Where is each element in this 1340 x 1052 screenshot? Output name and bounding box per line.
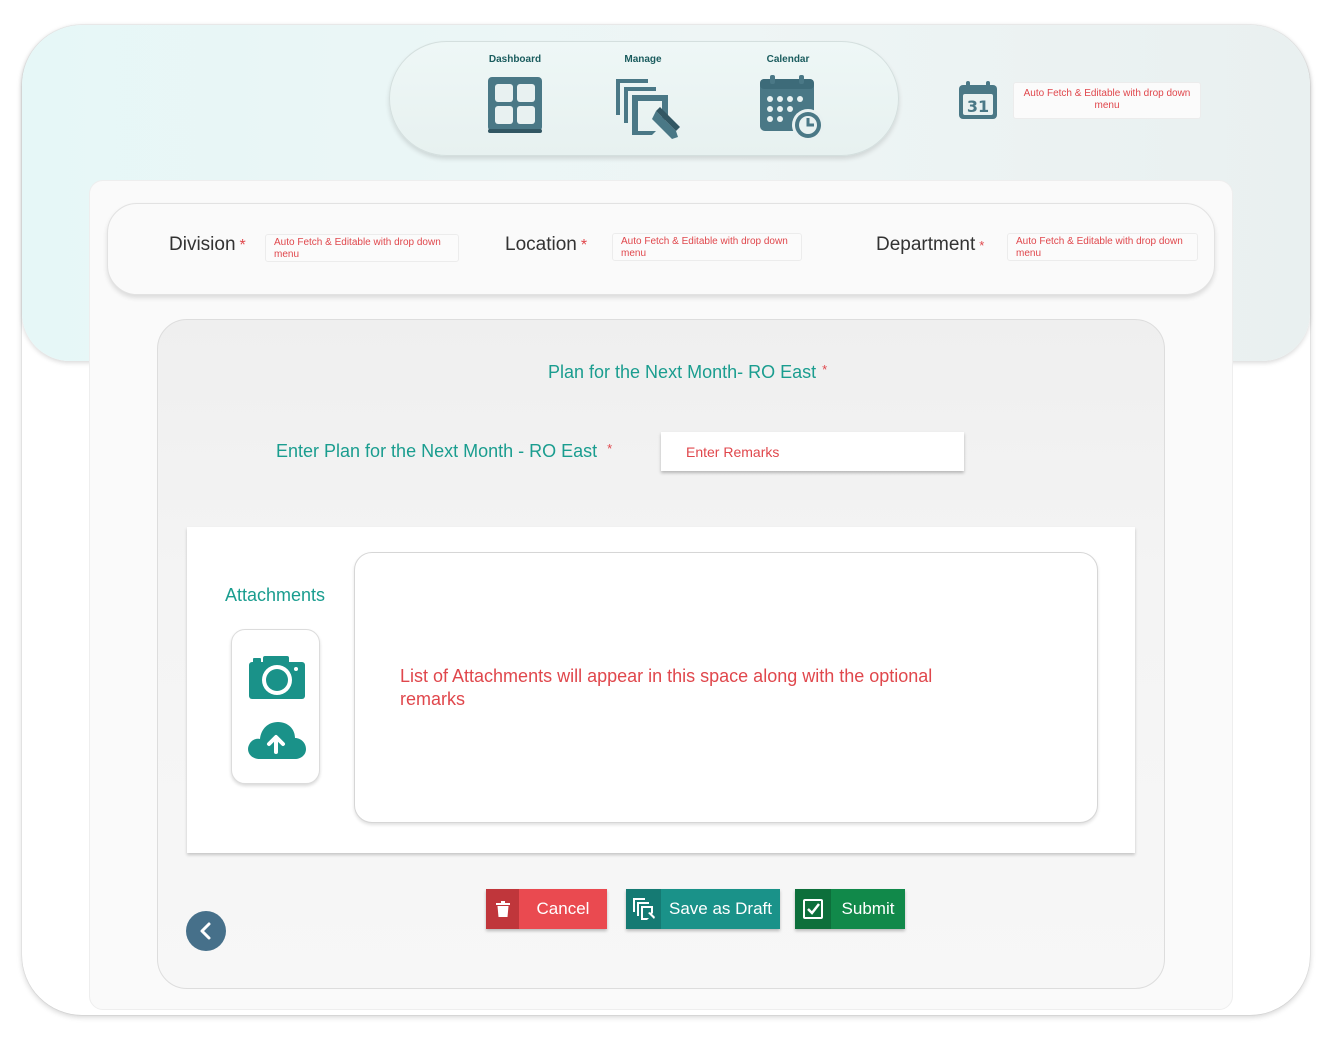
cancel-button-label: Cancel [536,899,590,918]
camera-icon[interactable] [249,655,305,699]
calendar-clock-icon [760,75,824,141]
submit-button[interactable]: Submit [795,889,905,929]
division-label: Division * [169,234,246,256]
save-draft-button[interactable]: Save as Draft [626,889,780,929]
plan-required-marker: * [607,441,613,456]
calendar-day-number: 31 [967,97,989,116]
location-label: Location * [505,234,587,256]
attachments-placeholder: List of Attachments will appear in this … [400,666,933,709]
dashboard-grid-icon [488,77,542,133]
plan-remarks-input[interactable] [661,432,964,471]
nav-label-dashboard: Dashboard [488,54,542,65]
main-nav: Dashboard Manage Calendar [389,41,899,156]
checkbox-check-icon [795,889,831,929]
nav-item-calendar[interactable]: Calendar [733,42,843,157]
submit-button-label: Submit [841,899,895,918]
attachments-label: Attachments [225,585,326,605]
nav-item-dashboard[interactable]: Dashboard [460,42,570,157]
department-required-marker: * [979,238,985,253]
department-select[interactable]: Auto Fetch & Editable with drop down men… [1007,233,1198,261]
cloud-upload-icon[interactable] [246,719,306,761]
back-button[interactable] [186,911,226,951]
location-required-marker: * [580,237,588,254]
nav-label-manage: Manage [624,54,662,65]
plan-field-label-text: Enter Plan for the Next Month - RO East [276,441,598,461]
department-label: Department * [876,234,984,256]
division-required-marker: * [239,237,246,254]
draft-edit-icon [626,889,661,929]
form-title: Plan for the Next Month- RO East * [548,362,827,383]
calendar-31-icon: 31 [959,81,997,119]
chevron-left-icon [200,922,211,940]
location-select[interactable]: Auto Fetch & Editable with drop down men… [612,233,802,261]
cancel-button[interactable]: Cancel [486,889,607,929]
division-label-text: Division [169,234,236,255]
nav-label-calendar: Calendar [766,54,810,65]
plan-field-label: Enter Plan for the Next Month - RO East * [276,441,612,462]
save-draft-button-label: Save as Draft [669,899,772,918]
trash-icon [486,889,519,929]
date-select[interactable]: Auto Fetch & Editable with drop down men… [1013,82,1201,119]
nav-item-manage[interactable]: Manage [588,42,698,157]
location-label-text: Location [505,234,577,255]
form-title-required-marker: * [822,362,828,377]
division-select[interactable]: Auto Fetch & Editable with drop down men… [265,234,459,262]
department-label-text: Department [876,234,976,255]
form-title-text: Plan for the Next Month- RO East [548,362,817,382]
manage-edit-icon [616,79,680,139]
date-picker-icon[interactable]: 31 [957,80,999,122]
